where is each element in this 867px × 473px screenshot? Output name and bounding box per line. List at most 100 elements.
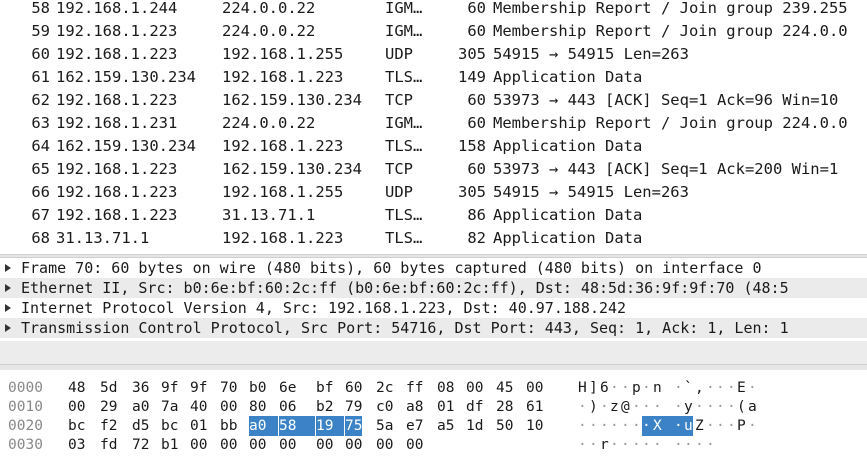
hex-byte[interactable]: 00	[220, 435, 237, 455]
hex-byte[interactable]: 75	[345, 416, 363, 436]
packet-row[interactable]: 63 192.168.1.231 224.0.0.22 IGM… 60 Membershi…	[0, 112, 867, 135]
hex-byte[interactable]: 79	[345, 397, 362, 417]
hex-byte[interactable]: 1d	[466, 416, 483, 436]
packet-row[interactable]: 67 192.168.1.223 31.13.71.1 TLS… 86 Applicati…	[0, 204, 867, 227]
hex-byte[interactable]: 45	[496, 378, 513, 398]
hex-byte[interactable]: df	[466, 397, 483, 417]
ascii-byte[interactable]: ·	[706, 435, 715, 455]
hex-byte[interactable]: 01	[437, 397, 454, 417]
details-tree-item[interactable]: Ethernet II, Src: b0:6e:bf:60:2c:ff (b0:…	[0, 278, 867, 298]
ascii-byte[interactable]: ·	[610, 378, 619, 398]
ascii-byte[interactable]: ·	[706, 378, 715, 398]
ascii-byte[interactable]: ·	[642, 378, 651, 398]
hex-byte[interactable]: 50	[496, 416, 513, 436]
ascii-byte[interactable]: p	[632, 378, 641, 398]
hex-byte[interactable]: 5d	[100, 378, 117, 398]
hex-byte[interactable]: 03	[68, 435, 85, 455]
hex-byte[interactable]: 00	[279, 435, 296, 455]
ascii-byte[interactable]: ·	[610, 435, 619, 455]
hex-byte[interactable]: 00	[376, 435, 393, 455]
hex-byte[interactable]: 01	[190, 416, 207, 436]
ascii-byte[interactable]: X	[653, 416, 674, 436]
packet-row[interactable]: 62 192.168.1.223 162.159.130.234 TCP 60 53973…	[0, 89, 867, 112]
ascii-byte[interactable]: (	[737, 397, 746, 417]
bytes-row[interactable]: 0010 00 29 a0 7a 40 00 80 06 b2 79 c0 a8 01 df 28 61 ·) · z…	[0, 397, 867, 417]
hex-byte[interactable]: 00	[220, 397, 237, 417]
ascii-byte[interactable]: ·	[642, 397, 651, 417]
expand-arrow-icon[interactable]	[5, 304, 11, 312]
ascii-byte[interactable]: ·	[674, 378, 683, 398]
packet-list[interactable]: 58 192.168.1.244 224.0.0.22 IGM… 60 Membershi…	[0, 0, 867, 254]
ascii-byte[interactable]: ·	[632, 416, 641, 436]
hex-byte[interactable]: 00	[345, 435, 362, 455]
ascii-byte[interactable]: n	[653, 378, 662, 398]
packet-row[interactable]: 61 162.159.130.234 192.168.1.223 TLS… 149 App…	[0, 66, 867, 89]
ascii-byte[interactable]: ·	[695, 397, 704, 417]
hex-byte[interactable]: 08	[437, 378, 454, 398]
ascii-byte[interactable]: P	[737, 416, 746, 436]
hex-byte[interactable]: 60	[345, 378, 362, 398]
packet-bytes-pane[interactable]: 0000 48 5d 36 9f 9f 70 b0 6e bf 60 2c ff 08 00 45 00 H] 6 ·…	[0, 370, 867, 473]
hex-byte[interactable]: 06	[279, 397, 296, 417]
hex-byte[interactable]: e7	[406, 416, 423, 436]
hex-byte[interactable]: 19	[316, 416, 345, 436]
hex-byte[interactable]: 10	[526, 416, 543, 436]
ascii-byte[interactable]: )	[589, 397, 598, 417]
packet-row[interactable]: 60 192.168.1.223 192.168.1.255 UDP 305 54915 …	[0, 43, 867, 66]
ascii-byte[interactable]: H	[578, 378, 587, 398]
ascii-byte[interactable]: Z	[695, 416, 704, 436]
ascii-byte[interactable]: ·	[748, 416, 757, 436]
ascii-byte[interactable]: ·	[727, 397, 736, 417]
hex-byte[interactable]: 00	[466, 378, 483, 398]
ascii-byte[interactable]: ,	[695, 378, 704, 398]
packet-row[interactable]: 59 192.168.1.223 224.0.0.22 IGM… 60 Membershi…	[0, 20, 867, 43]
ascii-byte[interactable]: `	[684, 378, 693, 398]
hex-byte[interactable]: 80	[249, 397, 266, 417]
details-tree-item[interactable]: Frame 70: 60 bytes on wire (480 bits), 6…	[0, 258, 867, 278]
hex-byte[interactable]: c0	[376, 397, 393, 417]
ascii-byte[interactable]: z	[610, 397, 619, 417]
ascii-byte[interactable]: a	[748, 397, 757, 417]
hex-byte[interactable]: 48	[68, 378, 85, 398]
ascii-byte[interactable]: ·	[727, 378, 736, 398]
ascii-byte[interactable]: ·	[653, 435, 662, 455]
ascii-byte[interactable]: ·	[706, 416, 715, 436]
ascii-byte[interactable]: ·	[716, 378, 725, 398]
ascii-byte[interactable]: ·	[589, 416, 598, 436]
ascii-byte[interactable]: ·	[727, 416, 736, 436]
bytes-row[interactable]: 0000 48 5d 36 9f 9f 70 b0 6e bf 60 2c ff 08 00 45 00 H] 6 ·…	[0, 378, 867, 398]
hex-byte[interactable]: 29	[100, 397, 117, 417]
ascii-byte[interactable]: ·	[642, 416, 653, 436]
hex-byte[interactable]: 00	[68, 397, 85, 417]
packet-row[interactable]: 65 192.168.1.223 162.159.130.234 TCP 60 53973…	[0, 158, 867, 181]
hex-byte[interactable]: 5a	[376, 416, 393, 436]
hex-byte[interactable]: a8	[406, 397, 423, 417]
hex-byte[interactable]: bc	[68, 416, 85, 436]
ascii-byte[interactable]: ·	[674, 416, 684, 436]
hex-byte[interactable]: 72	[132, 435, 149, 455]
hex-byte[interactable]: 36	[132, 378, 149, 398]
bytes-row[interactable]: 0030 03 fd 72 b1 00 00 00 00 00 00 00 00 · · r · · · · · · · · ·	[0, 435, 867, 455]
hex-byte[interactable]: a5	[437, 416, 454, 436]
ascii-byte[interactable]: ]	[589, 378, 598, 398]
details-tree-item[interactable]: Transmission Control Protocol, Src Port:…	[0, 318, 867, 338]
hex-byte[interactable]: bc	[161, 416, 178, 436]
hex-byte[interactable]: 00	[316, 435, 333, 455]
ascii-byte[interactable]: ·	[642, 435, 651, 455]
ascii-byte[interactable]: ·	[621, 435, 630, 455]
ascii-byte[interactable]: ·	[600, 416, 609, 436]
ascii-byte[interactable]: y	[684, 397, 693, 417]
ascii-byte[interactable]: ·	[578, 416, 587, 436]
ascii-byte[interactable]: ·	[578, 397, 587, 417]
ascii-byte[interactable]: 6	[600, 378, 609, 398]
hex-byte[interactable]: 00	[190, 435, 207, 455]
hex-byte[interactable]: fd	[100, 435, 117, 455]
ascii-byte[interactable]: u	[684, 416, 693, 436]
hex-byte[interactable]: ff	[406, 378, 423, 398]
ascii-byte[interactable]: ·	[653, 397, 662, 417]
hex-byte[interactable]: bb	[220, 416, 237, 436]
ascii-byte[interactable]: ·	[674, 397, 683, 417]
hex-byte[interactable]: f2	[100, 416, 117, 436]
ascii-byte[interactable]: ·	[621, 378, 630, 398]
ascii-byte[interactable]: E	[737, 378, 746, 398]
